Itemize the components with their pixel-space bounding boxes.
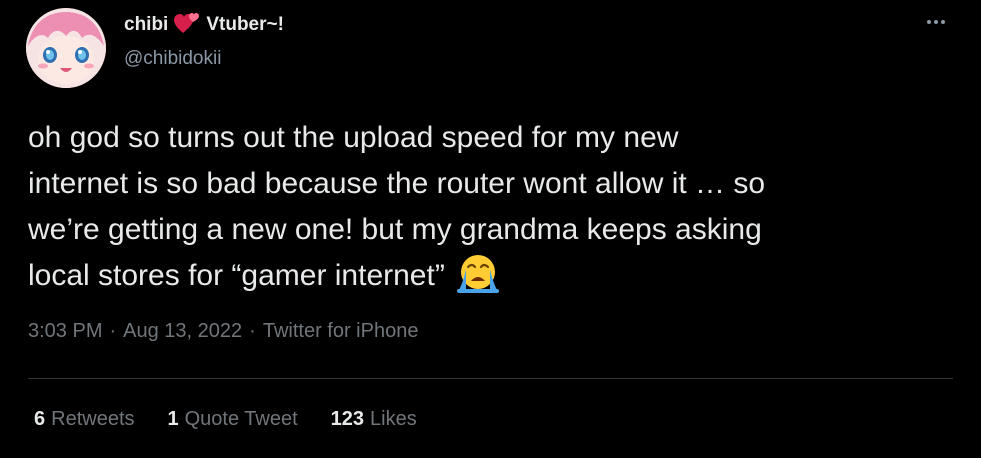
retweets-stat[interactable]: 6 Retweets bbox=[34, 408, 135, 431]
tweet-timestamp[interactable]: 3:03 PM · Aug 13, 2022 bbox=[28, 320, 242, 343]
retweets-label: Retweets bbox=[51, 408, 135, 430]
display-name[interactable]: chibi Vtuber~! bbox=[124, 12, 284, 38]
loudly-crying-face-icon bbox=[455, 253, 501, 293]
avatar-image bbox=[26, 8, 106, 88]
likes-stat[interactable]: 123 Likes bbox=[331, 408, 417, 431]
user-handle[interactable]: @chibidokii bbox=[124, 48, 284, 70]
tweet: chibi Vtuber~! @chibidokii oh god so tur… bbox=[0, 0, 981, 458]
user-info: chibi Vtuber~! @chibidokii bbox=[124, 12, 284, 70]
two-hearts-icon bbox=[174, 11, 200, 35]
tweet-body: oh god so turns out the upload speed for… bbox=[28, 121, 766, 292]
quote-tweets-label: Quote Tweet bbox=[184, 408, 298, 430]
meta-separator: · bbox=[249, 320, 256, 342]
retweets-count: 6 bbox=[34, 408, 46, 430]
divider bbox=[28, 378, 953, 379]
display-name-part1: chibi bbox=[124, 14, 169, 35]
likes-label: Likes bbox=[370, 408, 417, 430]
more-dot-icon bbox=[941, 20, 945, 24]
more-options-button[interactable] bbox=[921, 10, 951, 34]
tweet-time: 3:03 PM bbox=[28, 320, 103, 342]
tweet-text: oh god so turns out the upload speed for… bbox=[28, 115, 963, 299]
more-dot-icon bbox=[927, 20, 931, 24]
tweet-source-link[interactable]: Twitter for iPhone bbox=[263, 320, 419, 343]
meta-separator: · bbox=[109, 320, 117, 342]
tweet-meta: 3:03 PM · Aug 13, 2022 · Twitter for iPhon… bbox=[28, 320, 418, 343]
quote-tweets-count: 1 bbox=[167, 408, 179, 430]
likes-count: 123 bbox=[330, 408, 365, 430]
display-name-part2: Vtuber~! bbox=[206, 14, 284, 35]
tweet-stats: 6 Retweets 1 Quote Tweet 123 Likes bbox=[34, 408, 450, 431]
tweet-date: Aug 13, 2022 bbox=[123, 320, 243, 342]
more-dot-icon bbox=[934, 20, 938, 24]
avatar[interactable] bbox=[26, 8, 106, 88]
quote-tweets-stat[interactable]: 1 Quote Tweet bbox=[168, 408, 298, 431]
